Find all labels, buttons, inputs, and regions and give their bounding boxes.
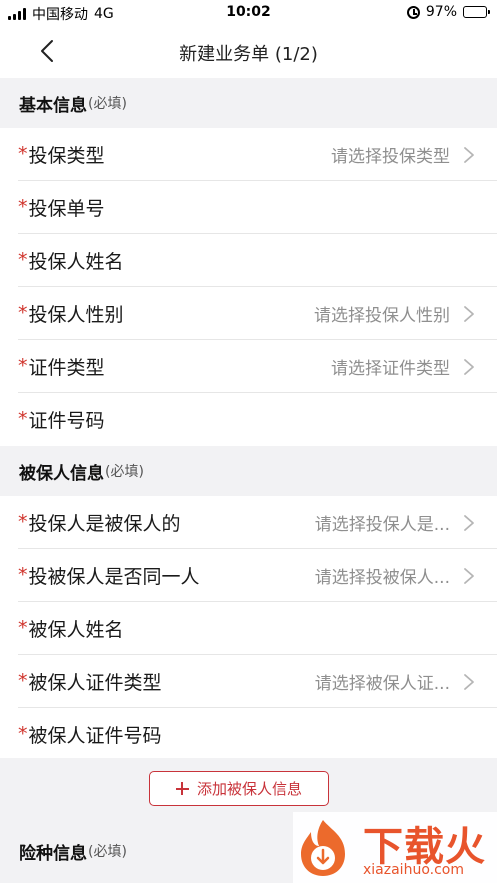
field-label: 被保人证件号码	[28, 725, 162, 747]
required-star: *	[18, 249, 28, 271]
required-star: *	[18, 723, 28, 745]
status-bar: 中国移动 4G 10:02 97%	[0, 0, 497, 26]
row-insurance-type[interactable]: * 投保类型 请选择投保类型	[0, 128, 497, 181]
row-policy-number[interactable]: * 投保单号	[0, 181, 497, 234]
chevron-right-icon	[464, 515, 474, 531]
watermark-logo	[301, 820, 345, 876]
field-label: 投被保人是否同一人	[28, 566, 200, 588]
chevron-right-icon	[464, 359, 474, 375]
row-insured-id-number[interactable]: * 被保人证件号码	[0, 708, 497, 761]
section-title: 险种信息	[19, 843, 87, 864]
field-label: 投保人是被保人的	[28, 513, 181, 535]
required-star: *	[18, 564, 28, 586]
field-label: 被保人姓名	[28, 619, 124, 641]
chevron-right-icon	[464, 568, 474, 584]
required-star: *	[18, 355, 28, 377]
alarm-icon	[406, 5, 420, 19]
required-note: (必填)	[88, 96, 127, 112]
add-insured-button[interactable]: 添加被保人信息	[149, 771, 329, 806]
row-relationship[interactable]: * 投保人是被保人的 请选择投保人是...	[0, 496, 497, 549]
add-insured-label: 添加被保人信息	[196, 780, 302, 798]
select-placeholder: 请选择证件类型	[331, 359, 450, 379]
row-id-type[interactable]: * 证件类型 请选择证件类型	[0, 340, 497, 393]
required-star: *	[18, 511, 28, 533]
required-note: (必填)	[88, 844, 127, 860]
field-label: 投保人姓名	[28, 251, 124, 273]
select-placeholder: 请选择投保类型	[331, 147, 450, 167]
row-applicant-name[interactable]: * 投保人姓名	[0, 234, 497, 287]
field-label: 投保类型	[28, 145, 105, 167]
field-label: 被保人证件类型	[28, 672, 162, 694]
required-star: *	[18, 196, 28, 218]
required-star: *	[18, 143, 28, 165]
required-star: *	[18, 617, 28, 639]
nav-bar: 新建业务单 (1/2)	[0, 26, 497, 78]
row-insured-id-type[interactable]: * 被保人证件类型 请选择被保人证...	[0, 655, 497, 708]
field-label: 投保单号	[28, 198, 105, 220]
chevron-right-icon	[464, 306, 474, 322]
field-label: 投保人性别	[28, 304, 124, 326]
row-same-person[interactable]: * 投被保人是否同一人 请选择投被保人...	[0, 549, 497, 602]
battery-icon	[463, 6, 490, 18]
row-applicant-gender[interactable]: * 投保人性别 请选择投保人性别	[0, 287, 497, 340]
page-title: 新建业务单 (1/2)	[179, 44, 318, 65]
select-placeholder: 请选择投保人是...	[314, 515, 450, 535]
row-id-number[interactable]: * 证件号码	[0, 393, 497, 446]
required-note: (必填)	[105, 464, 144, 480]
chevron-right-icon	[464, 147, 474, 163]
status-right: 97%	[406, 4, 490, 20]
plus-icon	[175, 782, 189, 795]
section-title: 基本信息	[19, 95, 87, 116]
chevron-right-icon	[464, 674, 474, 690]
screen: 中国移动 4G 10:02 97% 新建业务单 (1/2) 基本信息 (必填) …	[0, 0, 497, 883]
required-star: *	[18, 670, 28, 692]
watermark: 下载火 xiazaihuo.com	[293, 812, 497, 883]
watermark-url: xiazaihuo.com	[363, 862, 464, 878]
select-placeholder: 请选择投被保人...	[314, 568, 450, 588]
required-star: *	[18, 408, 28, 430]
select-placeholder: 请选择投保人性别	[314, 306, 450, 326]
battery-percent: 97%	[425, 4, 457, 20]
section-insured-header: 被保人信息 (必填)	[0, 446, 497, 496]
field-label: 证件类型	[28, 357, 105, 379]
field-label: 证件号码	[28, 410, 105, 432]
select-placeholder: 请选择被保人证...	[314, 674, 450, 694]
section-basic-header: 基本信息 (必填)	[0, 78, 497, 128]
required-star: *	[18, 302, 28, 324]
row-insured-name[interactable]: * 被保人姓名	[0, 602, 497, 655]
section-title: 被保人信息	[19, 463, 104, 484]
